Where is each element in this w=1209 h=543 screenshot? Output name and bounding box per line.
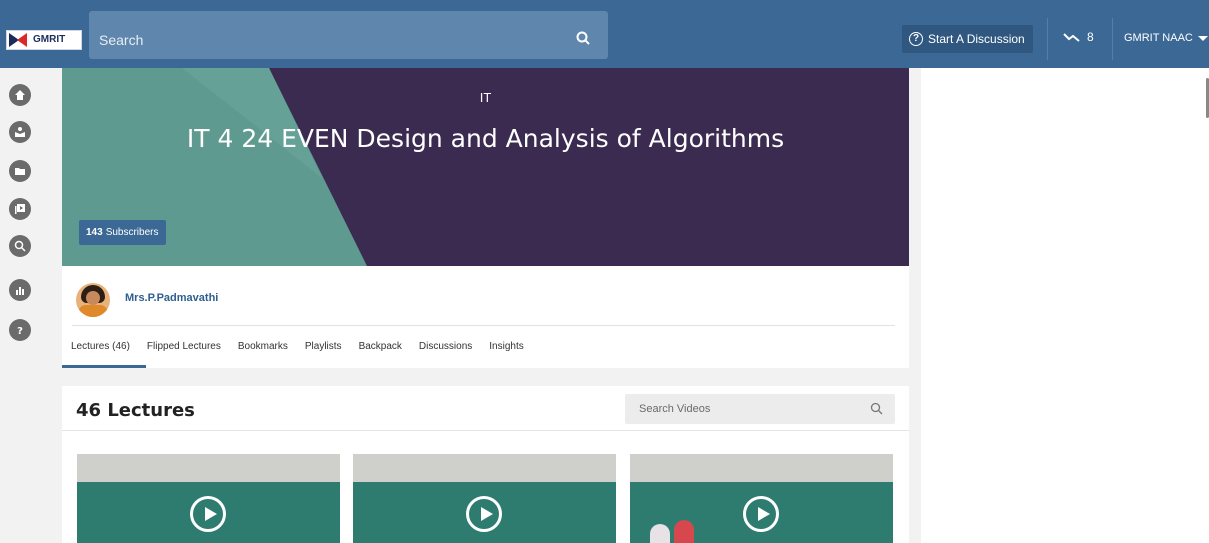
lecture-thumbnail[interactable] bbox=[630, 454, 893, 543]
person bbox=[674, 520, 694, 543]
user-name: GMRIT NAAC bbox=[1124, 32, 1193, 44]
lecture-thumbnail[interactable] bbox=[77, 454, 340, 543]
folder-icon[interactable] bbox=[9, 160, 31, 182]
divider bbox=[62, 430, 909, 431]
search-icon[interactable] bbox=[576, 31, 590, 45]
logo-text: GMRIT bbox=[33, 34, 66, 45]
search-placeholder: Search bbox=[99, 32, 144, 48]
logo-mark-icon bbox=[7, 31, 33, 49]
playlist-icon[interactable] bbox=[9, 198, 31, 220]
caret-down-icon bbox=[1197, 35, 1208, 41]
tab-lectures[interactable]: Lectures (46) bbox=[71, 341, 130, 352]
gmrit-logo[interactable]: GMRIT bbox=[6, 30, 82, 50]
tab-bookmarks[interactable]: Bookmarks bbox=[238, 341, 288, 352]
help-icon[interactable]: ? bbox=[9, 319, 31, 341]
subscribers-badge[interactable]: 143 Subscribers bbox=[79, 220, 166, 245]
tab-flipped-lectures[interactable]: Flipped Lectures bbox=[147, 341, 221, 352]
lectures-heading: 46 Lectures bbox=[76, 400, 195, 421]
search-icon[interactable] bbox=[9, 235, 31, 257]
svg-text:?: ? bbox=[17, 326, 23, 336]
play-icon[interactable] bbox=[466, 496, 502, 532]
person bbox=[650, 524, 670, 543]
right-column bbox=[921, 68, 1209, 543]
course-banner: IT IT 4 24 EVEN Design and Analysis of A… bbox=[62, 68, 909, 266]
search-icon[interactable] bbox=[870, 402, 883, 415]
lectures-panel: 46 Lectures Search Videos bbox=[62, 386, 909, 543]
course-category: IT bbox=[479, 90, 492, 105]
play-icon[interactable] bbox=[190, 496, 226, 532]
user-menu[interactable]: GMRIT NAAC bbox=[1124, 32, 1208, 44]
global-search[interactable]: Search bbox=[89, 11, 608, 59]
divider bbox=[1047, 18, 1048, 60]
tab-insights[interactable]: Insights bbox=[489, 341, 523, 352]
course-title: IT 4 24 EVEN Design and Analysis of Algo… bbox=[186, 124, 785, 153]
active-tab-indicator bbox=[62, 365, 146, 368]
instructor-card: Mrs.P.Padmavathi Lectures (46) Flipped L… bbox=[62, 266, 909, 368]
divider bbox=[1112, 18, 1113, 60]
subscriber-label: Subscribers bbox=[105, 227, 159, 238]
start-discussion-label: Start A Discussion bbox=[928, 32, 1025, 46]
analytics-icon[interactable] bbox=[9, 279, 31, 301]
tab-playlists[interactable]: Playlists bbox=[305, 341, 342, 352]
subscriber-count: 143 bbox=[86, 227, 103, 238]
left-sidebar: ? bbox=[0, 68, 40, 543]
tab-backpack[interactable]: Backpack bbox=[359, 341, 402, 352]
trend-count: 8 bbox=[1087, 30, 1094, 44]
divider bbox=[72, 325, 895, 326]
avatar[interactable] bbox=[76, 283, 110, 317]
play-icon[interactable] bbox=[743, 496, 779, 532]
video-search-placeholder: Search Videos bbox=[639, 403, 711, 415]
trending-icon bbox=[1063, 33, 1080, 42]
trending-button[interactable]: 8 bbox=[1063, 30, 1094, 44]
question-icon: ? bbox=[909, 32, 923, 46]
lecture-thumbnail[interactable] bbox=[353, 454, 616, 543]
home-icon[interactable] bbox=[9, 84, 31, 106]
tab-discussions[interactable]: Discussions bbox=[419, 341, 472, 352]
start-discussion-button[interactable]: ? Start A Discussion bbox=[902, 25, 1033, 53]
video-search-input[interactable]: Search Videos bbox=[625, 394, 895, 424]
tab-bar: Lectures (46) Flipped Lectures Bookmarks… bbox=[71, 341, 541, 352]
top-bar: GMRIT Search ? Start A Discussion 8 GMRI… bbox=[0, 0, 1209, 68]
instructor-name[interactable]: Mrs.P.Padmavathi bbox=[125, 292, 218, 304]
classroom-icon[interactable] bbox=[9, 121, 31, 143]
